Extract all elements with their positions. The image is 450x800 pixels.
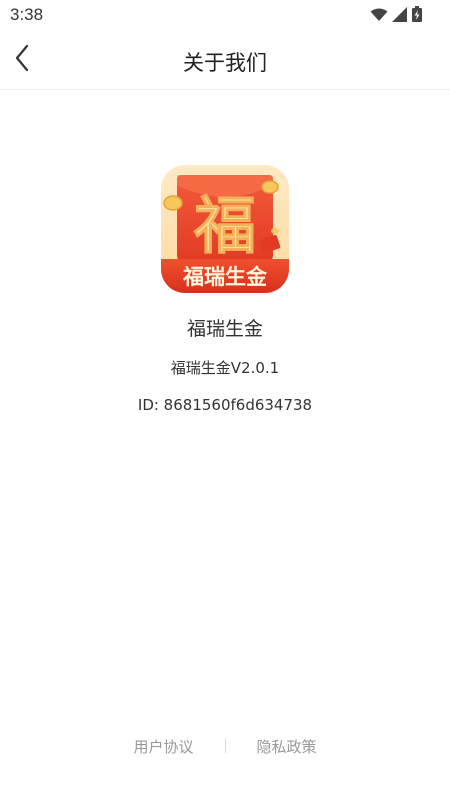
logo-banner-text: 福瑞生金 xyxy=(182,265,268,289)
app-id: ID: 8681560f6d634738 xyxy=(137,396,313,414)
status-bar: 3:38 xyxy=(0,0,450,30)
app-version: 福瑞生金V2.0.1 xyxy=(170,359,280,377)
user-agreement-link[interactable]: 用户协议 xyxy=(133,736,193,757)
footer-divider xyxy=(224,739,226,753)
app-name: 福瑞生金 xyxy=(186,318,263,340)
footer-links: 用户协议 隐私政策 xyxy=(0,735,450,757)
wifi-icon xyxy=(370,7,388,26)
page-title: 关于我们 xyxy=(183,51,267,75)
privacy-policy-link[interactable]: 隐私政策 xyxy=(257,736,317,757)
battery-charging-icon xyxy=(412,6,422,26)
title-bar: 关于我们 xyxy=(0,30,450,90)
logo-fu-character: 福 xyxy=(193,189,256,262)
status-time: 3:38 xyxy=(10,5,44,24)
app-logo: 福 福瑞生金 xyxy=(161,165,289,293)
status-icons xyxy=(370,6,422,26)
signal-icon xyxy=(392,6,408,26)
